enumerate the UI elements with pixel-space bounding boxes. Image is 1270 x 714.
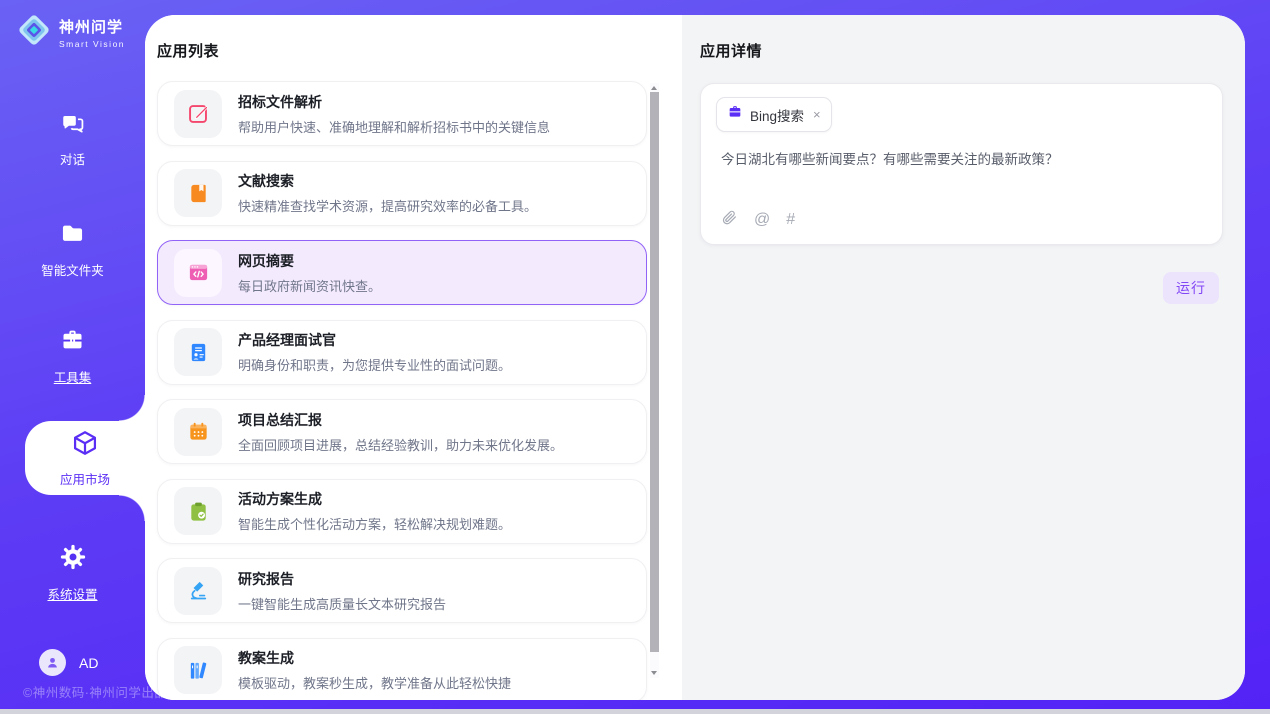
sidebar-item-smart-folder[interactable]: 智能文件夹 [0,220,145,279]
brand-name: 神州问学 [59,16,125,37]
gear-icon [59,543,87,576]
prompt-text[interactable]: 今日湖北有哪些新闻要点？有哪些需要关注的最新政策？ [721,150,1202,170]
paperclip-icon[interactable] [721,209,738,231]
diamond-logo-icon [16,12,52,53]
app-list-title: 应用列表 [157,40,219,61]
folder-icon [59,220,86,252]
run-button[interactable]: 运行 [1163,272,1219,304]
sidebar-item-label: 系统设置 [47,584,97,603]
app-detail-panel: 应用详情 Bing搜索 × 今日湖北有哪些新闻要点？有哪些需要关注的最新政策？ [682,15,1245,700]
app-name: 产品经理面试官 [238,330,511,350]
sidebar-item-toolset[interactable]: 工具集 [0,327,145,386]
sidebar-item-app-market[interactable]: 应用市场 [25,421,145,495]
calendar-icon [174,408,222,456]
scroll-up-arrow-icon[interactable] [651,86,657,90]
briefcase-icon [727,104,743,125]
app-description: 一键智能生成高质量长文本研究报告 [238,594,446,613]
user-account[interactable]: AD [39,649,98,676]
main-panel: 应用列表 招标文件解析 帮助用户快速、准确地理解和解析招标书中的关键信息 [145,15,1245,700]
app-description: 模板驱动，教案秒生成，教学准备从此轻松快捷 [238,673,511,692]
bottom-edge-strip [0,709,1270,714]
browser-code-icon [174,249,222,297]
app-description: 帮助用户快速、准确地理解和解析招标书中的关键信息 [238,117,550,136]
book-icon [174,169,222,217]
app-detail-title: 应用详情 [700,40,762,61]
app-name: 文献搜索 [238,171,537,191]
avatar [39,649,66,676]
hash-tag-icon[interactable]: # [786,211,795,229]
app-description: 每日政府新闻资讯快查。 [238,276,381,295]
toolbox-icon [59,327,86,359]
bubble-curve-bottom [119,495,145,521]
cube-icon [71,429,99,462]
app-card-pm-interviewer[interactable]: 产品经理面试官 明确身份和职责，为您提供专业性的面试问题。 [157,320,647,385]
app-card-lesson-plan[interactable]: 教案生成 模板驱动，教案秒生成，教学准备从此轻松快捷 [157,638,647,701]
at-mention-icon[interactable]: @ [754,211,770,229]
app-card-research-report[interactable]: 研究报告 一键智能生成高质量长文本研究报告 [157,558,647,623]
tool-chip-label: Bing搜索 [750,105,804,125]
app-name: 网页摘要 [238,251,381,271]
app-card-event-plan[interactable]: 活动方案生成 智能生成个性化活动方案，轻松解决规划难题。 [157,479,647,544]
app-description: 智能生成个性化活动方案，轻松解决规划难题。 [238,514,511,533]
app-card-web-summary[interactable]: 网页摘要 每日政府新闻资讯快查。 [157,240,647,305]
books-icon [174,646,222,694]
app-name: 招标文件解析 [238,92,550,112]
app-description: 快速精准查找学术资源，提高研究效率的必备工具。 [238,196,537,215]
sidebar-item-settings[interactable]: 系统设置 [0,543,145,603]
app-card-literature-search[interactable]: 文献搜索 快速精准查找学术资源，提高研究效率的必备工具。 [157,161,647,226]
list-scrollbar[interactable] [650,83,659,678]
composer-toolbar: @ # [721,209,795,231]
user-initials: AD [79,655,98,671]
brand-logo: 神州问学 Smart Vision [16,12,125,53]
chat-icon [60,110,86,141]
app-name: 研究报告 [238,569,446,589]
sidebar-item-label: 智能文件夹 [41,260,104,279]
microscope-icon [174,567,222,615]
resume-icon [174,328,222,376]
app-list-panel: 应用列表 招标文件解析 帮助用户快速、准确地理解和解析招标书中的关键信息 [145,15,682,700]
prompt-card: Bing搜索 × 今日湖北有哪些新闻要点？有哪些需要关注的最新政策？ @ # [700,83,1223,245]
sidebar: 神州问学 Smart Vision 对话 智能文件夹 [0,0,145,714]
sidebar-item-label: 工具集 [54,367,92,386]
app-card-project-summary[interactable]: 项目总结汇报 全面回顾项目进展，总结经验教训，助力未来优化发展。 [157,399,647,464]
chip-close-icon[interactable]: × [813,107,821,122]
sidebar-item-chat[interactable]: 对话 [0,110,145,168]
app-name: 教案生成 [238,648,511,668]
edit-document-icon [174,90,222,138]
brand-subtitle: Smart Vision [59,39,125,49]
app-name: 活动方案生成 [238,489,511,509]
app-description: 全面回顾项目进展，总结经验教训，助力未来优化发展。 [238,435,563,454]
app-description: 明确身份和职责，为您提供专业性的面试问题。 [238,355,511,374]
clipboard-check-icon [174,487,222,535]
scroll-down-arrow-icon[interactable] [651,671,657,675]
app-name: 项目总结汇报 [238,410,563,430]
app-card-list: 招标文件解析 帮助用户快速、准确地理解和解析招标书中的关键信息 文献搜索 快速精… [157,81,647,700]
bubble-curve-top [119,395,145,421]
sidebar-item-label: 对话 [60,149,85,168]
sidebar-item-label: 应用市场 [60,469,110,488]
scrollbar-thumb[interactable] [650,92,659,652]
tool-chip-bing-search[interactable]: Bing搜索 × [716,97,832,132]
app-card-bid-parsing[interactable]: 招标文件解析 帮助用户快速、准确地理解和解析招标书中的关键信息 [157,81,647,146]
